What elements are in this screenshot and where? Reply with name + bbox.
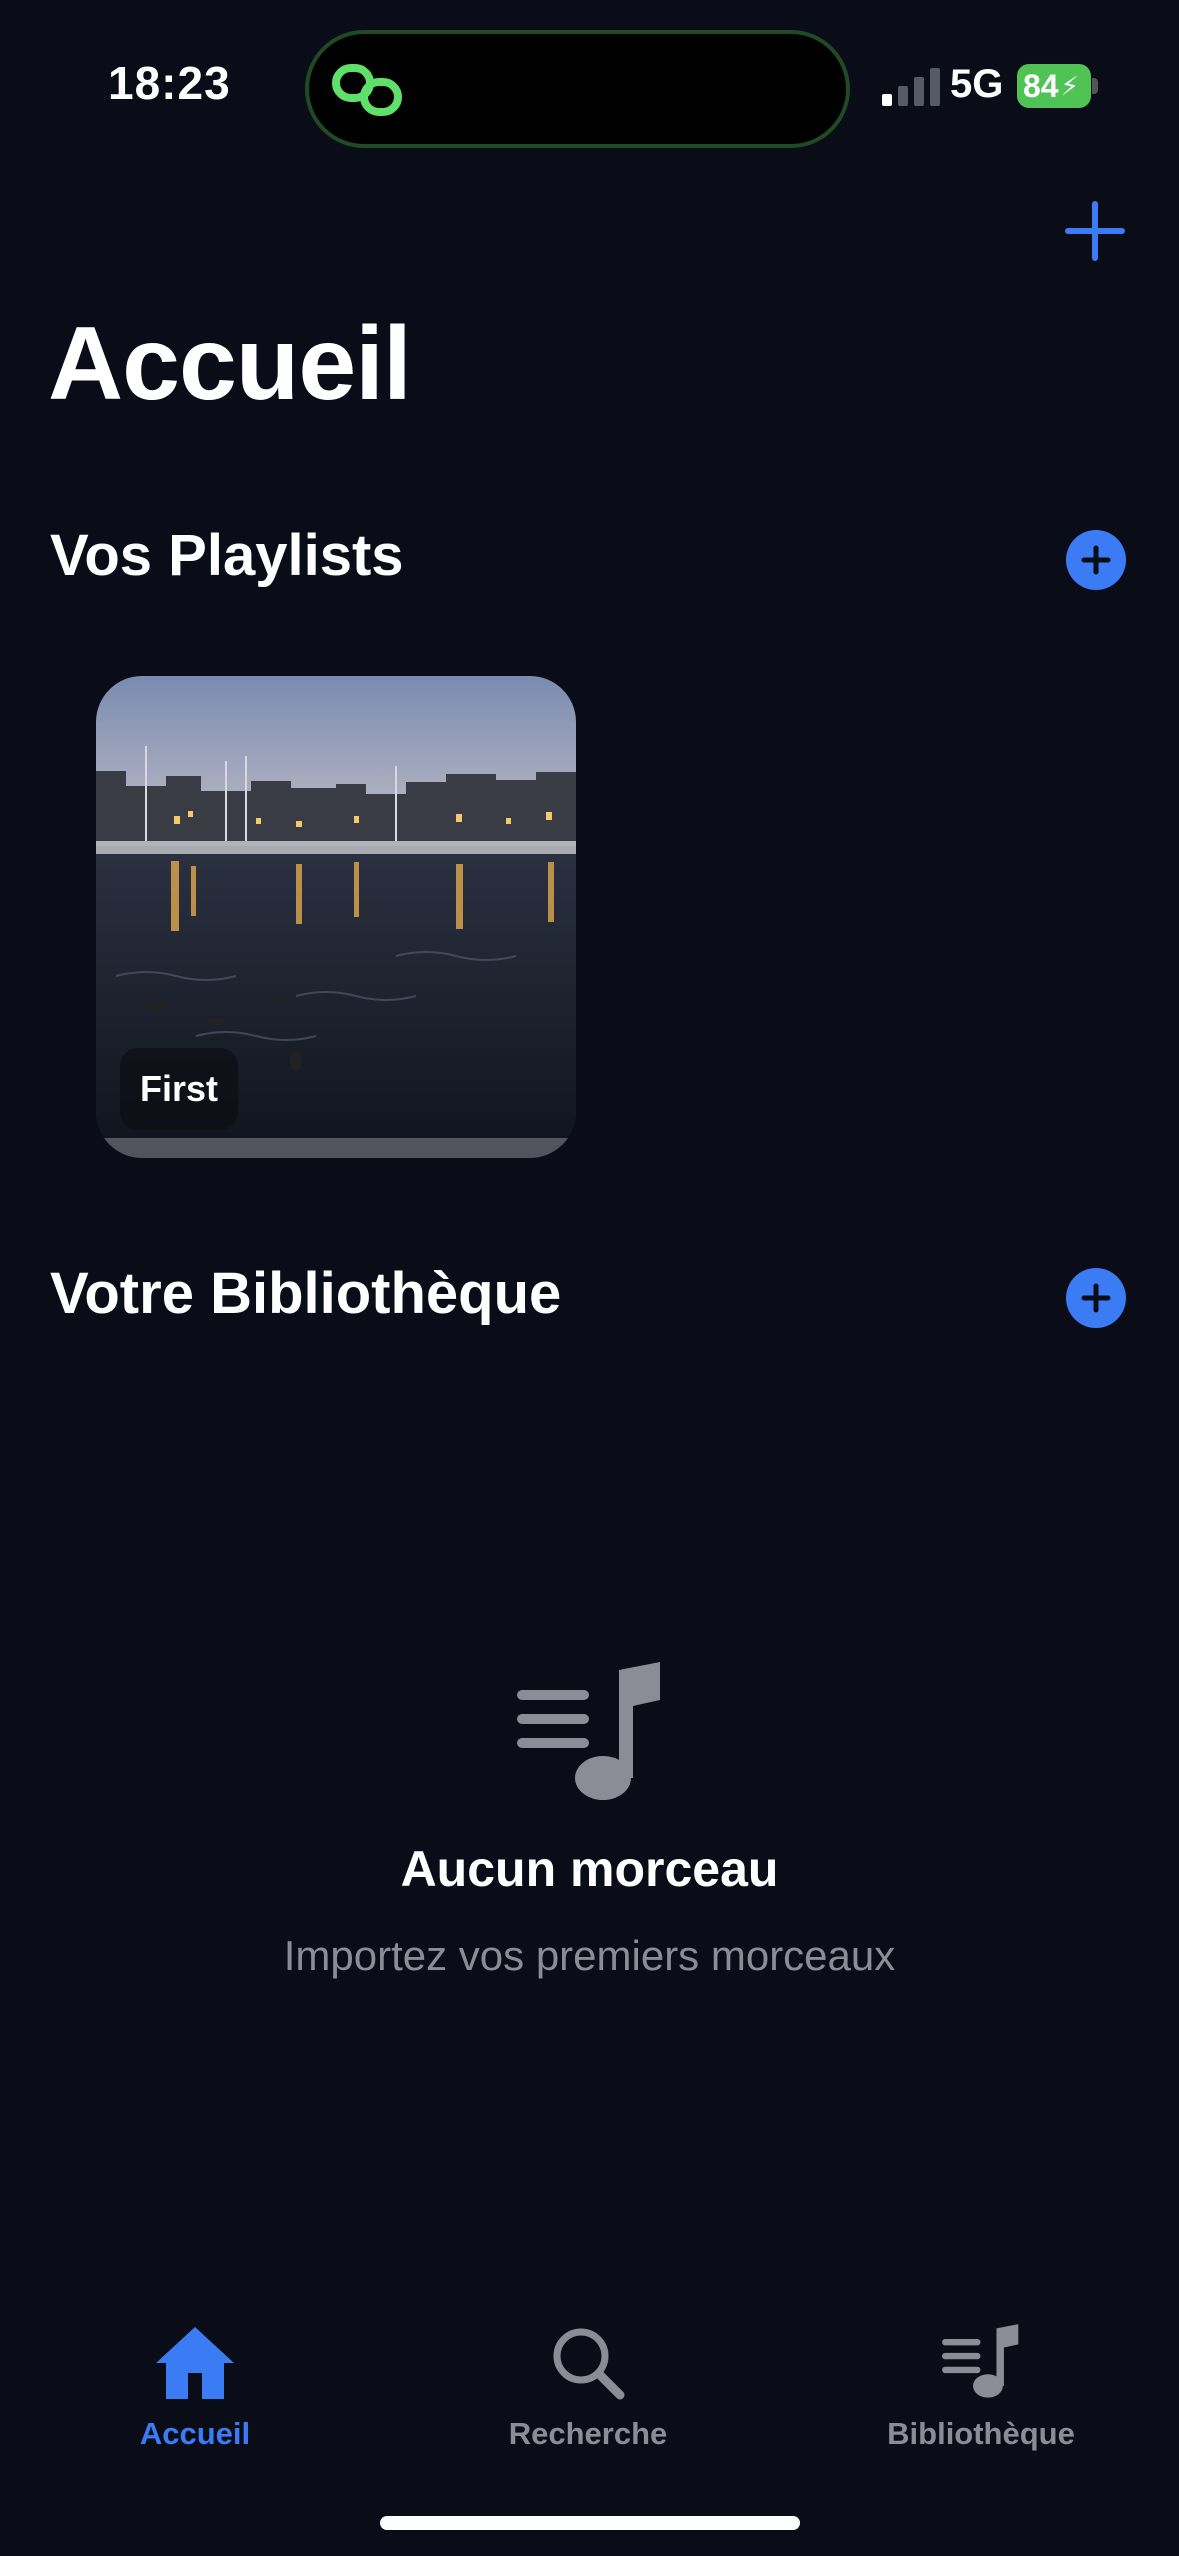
battery-indicator: 84 ⚡ — [1017, 64, 1091, 108]
link-icon — [332, 64, 402, 116]
add-playlist-button[interactable] — [1066, 530, 1126, 590]
empty-state-title: Aucun morceau — [400, 1841, 779, 1897]
tab-recherche[interactable]: Recherche — [458, 2320, 718, 2452]
plus-icon — [1081, 545, 1111, 575]
network-type: 5G — [950, 62, 1004, 106]
add-button[interactable] — [1062, 198, 1128, 264]
playlist-name: First — [120, 1048, 239, 1130]
library-section-title: Votre Bibliothèque — [50, 1261, 562, 1326]
home-icon — [156, 2327, 234, 2399]
tab-label: Accueil — [139, 2416, 251, 2451]
playlist-card[interactable]: First — [96, 676, 576, 1158]
add-track-button[interactable] — [1066, 1268, 1126, 1328]
tab-bibliotheque[interactable]: Bibliothèque — [851, 2320, 1111, 2452]
empty-state-subtitle: Importez vos premiers morceaux — [283, 1932, 896, 1979]
signal-icon — [882, 68, 940, 106]
music-library-icon — [517, 1662, 660, 1800]
page-title: Accueil — [48, 306, 412, 422]
tab-label: Recherche — [508, 2416, 668, 2451]
battery-cap — [1092, 78, 1098, 94]
music-library-icon — [942, 2324, 1019, 2398]
battery-level: 84 — [1023, 67, 1059, 104]
status-time: 18:23 — [108, 57, 231, 109]
charging-bolt-icon: ⚡ — [1060, 70, 1079, 101]
playlists-section-title: Vos Playlists — [50, 523, 404, 588]
plus-icon — [1081, 1283, 1111, 1313]
search-icon — [553, 2328, 625, 2400]
tab-accueil[interactable]: Accueil — [65, 2320, 325, 2452]
home-indicator[interactable] — [380, 2516, 800, 2530]
tab-label: Bibliothèque — [887, 2416, 1075, 2451]
